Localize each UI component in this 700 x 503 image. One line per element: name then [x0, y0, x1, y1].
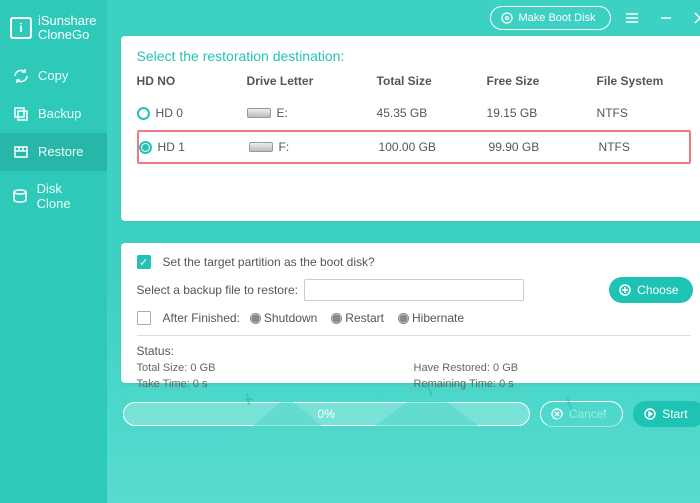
boot-label: Make Boot Disk [519, 12, 596, 24]
menu-icon[interactable] [619, 5, 645, 31]
col-hd: HD NO [137, 74, 247, 88]
table-row[interactable]: HD 0 E: 45.35 GB 19.15 GB NTFS [137, 96, 691, 130]
cancel-label: Cancel [569, 407, 606, 421]
play-icon [644, 408, 656, 420]
app-logo: i iSunshare CloneGo [0, 8, 107, 57]
col-total: Total Size [377, 74, 487, 88]
col-free: Free Size [487, 74, 597, 88]
cancel-icon [551, 408, 563, 420]
sidebar-item-backup[interactable]: Backup [0, 95, 107, 133]
after-label: After Finished: [163, 311, 240, 325]
sidebar-item-restore[interactable]: Restore [0, 133, 107, 171]
cell-hd: HD 1 [158, 140, 185, 154]
table-row[interactable]: HD 1 F: 100.00 GB 99.90 GB NTFS [137, 130, 691, 164]
cell-free: 99.90 GB [489, 140, 599, 154]
drive-icon [247, 108, 271, 118]
close-button[interactable] [687, 5, 700, 31]
cell-total: 45.35 GB [377, 106, 487, 120]
col-letter: Drive Letter [247, 74, 377, 88]
cell-letter: E: [277, 106, 288, 120]
cell-hd: HD 0 [156, 106, 183, 120]
radio-restart[interactable] [331, 313, 342, 324]
status-total: Total Size: 0 GB [137, 362, 414, 374]
nav-diskclone-label: Disk Clone [37, 181, 95, 211]
status-restored: Have Restored: 0 GB [414, 362, 691, 374]
drive-icon [249, 142, 273, 152]
set-target-label: Set the target partition as the boot dis… [163, 255, 375, 269]
brand-line2: CloneGo [38, 28, 97, 42]
progress-bar: 0% [123, 402, 530, 426]
status-label: Status: [137, 344, 691, 358]
minimize-button[interactable] [653, 5, 679, 31]
opt-hibernate: Hibernate [412, 311, 464, 325]
backup-icon [12, 105, 30, 123]
sidebar-item-diskclone[interactable]: Disk Clone [0, 171, 107, 221]
choose-label: Choose [637, 283, 678, 297]
status-take: Take Time: 0 s [137, 378, 414, 390]
status-remain: Remaining Time: 0 s [414, 378, 691, 390]
radio-hibernate[interactable] [398, 313, 409, 324]
nav-restore-label: Restore [38, 144, 84, 159]
disk-small-icon [501, 12, 513, 24]
disk-icon [12, 187, 29, 205]
cell-fs: NTFS [597, 106, 687, 120]
cancel-button[interactable]: Cancel [540, 401, 623, 427]
start-button[interactable]: Start [633, 401, 700, 427]
plus-icon [619, 284, 631, 296]
logo-icon: i [10, 17, 32, 39]
checkbox-after[interactable] [137, 311, 151, 325]
radio-shutdown[interactable] [250, 313, 261, 324]
progress-value: 0% [318, 407, 335, 421]
destination-panel: Select the restoration destination: HD N… [121, 36, 700, 221]
backup-file-input[interactable] [304, 279, 524, 301]
start-label: Start [662, 407, 687, 421]
choose-button[interactable]: Choose [609, 277, 692, 303]
cell-free: 19.15 GB [487, 106, 597, 120]
radio-icon[interactable] [137, 107, 150, 120]
cell-letter: F: [279, 140, 290, 154]
options-panel: ✓ Set the target partition as the boot d… [121, 243, 700, 383]
brand-line1: iSunshare [38, 14, 97, 28]
nav-copy-label: Copy [38, 68, 68, 83]
select-backup-label: Select a backup file to restore: [137, 283, 298, 297]
cell-fs: NTFS [599, 140, 689, 154]
make-boot-disk-button[interactable]: Make Boot Disk [490, 6, 611, 30]
opt-restart: Restart [345, 311, 384, 325]
sidebar-item-copy[interactable]: Copy [0, 57, 107, 95]
col-fs: File System [597, 74, 687, 88]
refresh-icon [12, 67, 30, 85]
opt-shutdown: Shutdown [264, 311, 317, 325]
cell-total: 100.00 GB [379, 140, 489, 154]
restore-icon [12, 143, 30, 161]
radio-icon[interactable] [139, 141, 152, 154]
nav-backup-label: Backup [38, 106, 81, 121]
checkbox-boot[interactable]: ✓ [137, 255, 151, 269]
panel-heading: Select the restoration destination: [137, 48, 691, 64]
